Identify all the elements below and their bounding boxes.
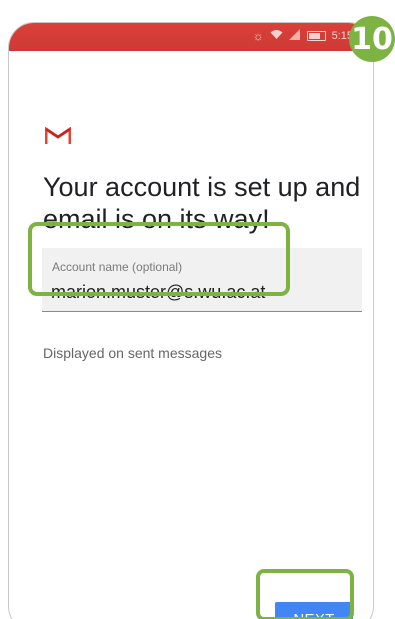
data-saver-icon: ☼ [252, 29, 264, 43]
screen: ☼ 5:15 Your account is set up and email … [0, 0, 395, 619]
phone-frame: ☼ 5:15 Your account is set up and email … [8, 22, 374, 619]
status-bar: ☼ 5:15 [9, 23, 373, 51]
step-badge: 10 [349, 16, 395, 62]
next-button[interactable]: NEXT [275, 602, 353, 619]
signal-icon [288, 29, 301, 43]
status-icons: ☼ 5:15 [253, 29, 353, 43]
wifi-icon [270, 29, 283, 43]
account-name-input[interactable] [51, 282, 321, 303]
page-title: Your account is set up and email is on i… [43, 172, 361, 234]
gmail-m-icon [45, 127, 71, 144]
account-name-label: Account name (optional) [52, 260, 183, 274]
battery-icon [306, 31, 326, 41]
helper-text: Displayed on sent messages [43, 345, 222, 361]
account-name-field[interactable]: Account name (optional) [42, 248, 362, 312]
